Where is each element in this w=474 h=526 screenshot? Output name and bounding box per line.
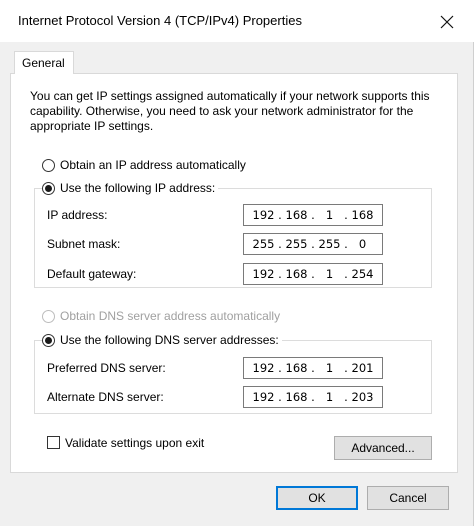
octet: 0 <box>358 237 367 251</box>
octet: 192 <box>252 267 275 281</box>
radio-circle <box>42 333 55 347</box>
subnet-mask-field[interactable]: 255. 255. 255. 0 <box>243 233 383 255</box>
alternate-dns-label: Alternate DNS server: <box>47 390 164 404</box>
octet: 192 <box>252 390 275 404</box>
octet: 168 <box>285 208 308 222</box>
default-gateway-field[interactable]: 192. 168. 1. 254 <box>243 263 383 285</box>
tab-general[interactable]: General <box>14 51 74 74</box>
ip-address-field[interactable]: 192. 168. 1. 168 <box>243 204 383 226</box>
radio-circle <box>42 181 55 195</box>
octet: 255 <box>252 237 275 251</box>
octet: 192 <box>252 361 275 375</box>
subnet-mask-label: Subnet mask: <box>47 237 121 251</box>
radio-use-following-ip[interactable]: Use the following IP address: <box>42 181 219 195</box>
radio-obtain-dns-auto-label: Obtain DNS server address automatically <box>60 309 281 323</box>
validate-checkbox[interactable] <box>47 436 60 449</box>
octet: 255 <box>285 237 308 251</box>
radio-obtain-dns-auto[interactable]: Obtain DNS server address automatically <box>42 309 284 323</box>
radio-circle <box>42 309 55 323</box>
octet: 168 <box>285 267 308 281</box>
octet: 1 <box>325 390 334 404</box>
preferred-dns-field[interactable]: 192. 168. 1. 201 <box>243 357 383 379</box>
preferred-dns-label: Preferred DNS server: <box>47 361 166 375</box>
ok-button[interactable]: OK <box>276 486 358 510</box>
octet: 254 <box>351 267 374 281</box>
octet: 201 <box>351 361 374 375</box>
cancel-button[interactable]: Cancel <box>367 486 449 510</box>
octet: 255 <box>318 237 341 251</box>
octet: 1 <box>325 208 334 222</box>
radio-use-following-ip-label: Use the following IP address: <box>60 181 216 195</box>
advanced-button[interactable]: Advanced... <box>334 436 432 460</box>
octet: 168 <box>285 361 308 375</box>
octet: 1 <box>325 267 334 281</box>
octet: 1 <box>325 361 334 375</box>
close-icon <box>440 15 454 29</box>
radio-obtain-ip-auto[interactable]: Obtain an IP address automatically <box>42 158 249 172</box>
close-button[interactable] <box>434 9 460 35</box>
default-gateway-label: Default gateway: <box>47 267 137 281</box>
octet: 203 <box>351 390 374 404</box>
validate-checkbox-label: Validate settings upon exit <box>65 436 205 450</box>
radio-obtain-ip-auto-label: Obtain an IP address automatically <box>60 158 246 172</box>
window-title: Internet Protocol Version 4 (TCP/IPv4) P… <box>18 13 302 28</box>
description-text: You can get IP settings assigned automat… <box>30 89 430 133</box>
octet: 192 <box>252 208 275 222</box>
tab-general-label: General <box>22 56 65 70</box>
radio-use-following-dns-label: Use the following DNS server addresses: <box>60 333 279 347</box>
octet: 168 <box>351 208 374 222</box>
ip-address-label: IP address: <box>47 208 108 222</box>
octet: 168 <box>285 390 308 404</box>
radio-use-following-dns[interactable]: Use the following DNS server addresses: <box>42 333 282 347</box>
radio-circle <box>42 158 55 172</box>
title-bar: Internet Protocol Version 4 (TCP/IPv4) P… <box>0 0 474 42</box>
alternate-dns-field[interactable]: 192. 168. 1. 203 <box>243 386 383 408</box>
